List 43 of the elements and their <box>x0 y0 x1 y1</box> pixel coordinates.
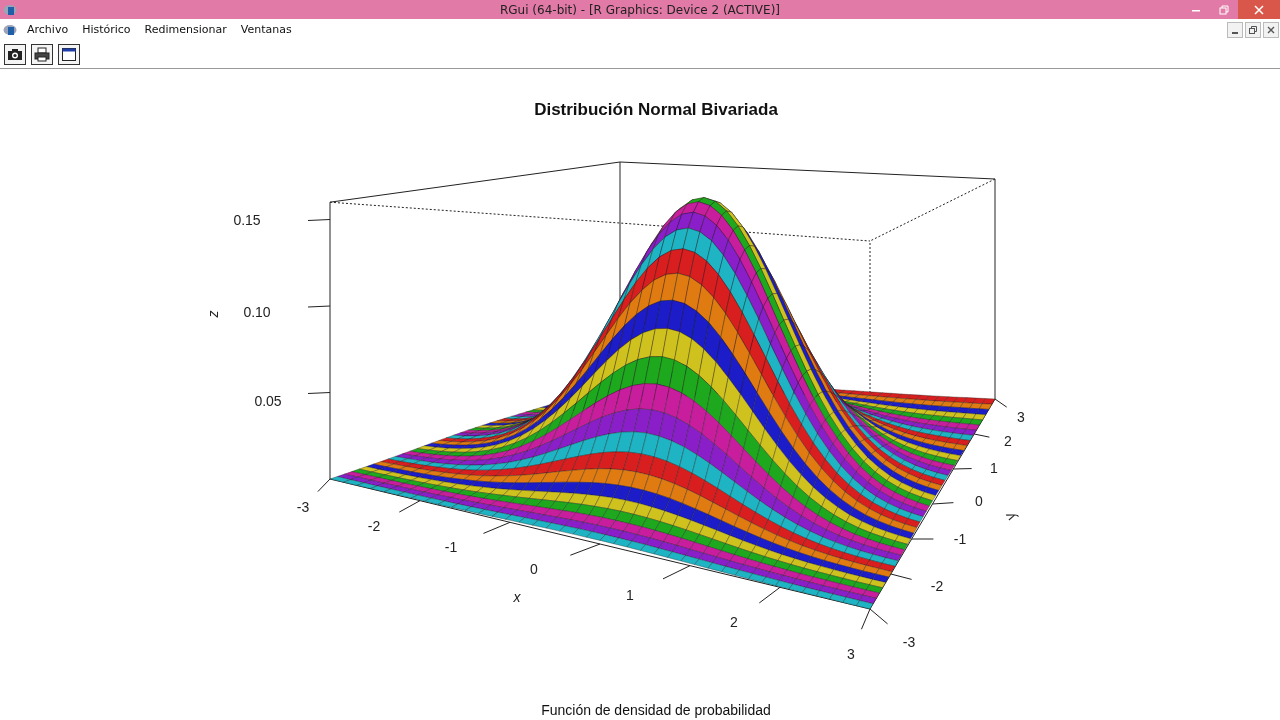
tick-label: -2 <box>367 518 381 534</box>
menu-item[interactable]: Histórico <box>76 21 137 38</box>
tick-label: 3 <box>1017 409 1025 425</box>
window-title: RGui (64-bit) - [R Graphics: Device 2 (ACTIVE)] <box>498 2 781 17</box>
tick-label: 1 <box>990 460 998 476</box>
toolbar-button[interactable] <box>4 43 26 65</box>
tick-label: 0.05 <box>254 393 282 409</box>
plot-title: Distribución Normal Bivariada <box>534 99 778 119</box>
tick-label: -1 <box>953 531 967 547</box>
tick-label: 0.10 <box>243 304 271 320</box>
tick-label: 2 <box>730 614 738 630</box>
restore-button[interactable] <box>1245 21 1261 38</box>
axis-label: y <box>1001 509 1019 525</box>
toolbar-button[interactable] <box>58 43 80 65</box>
app-logo-icon <box>3 3 17 16</box>
tick-label: 1 <box>626 587 634 603</box>
axis-label: x <box>513 589 521 605</box>
minimize-button[interactable] <box>1227 21 1243 38</box>
menu-item[interactable]: Ventanas <box>234 21 298 38</box>
camera-icon <box>7 46 23 62</box>
minimize-icon <box>1232 31 1238 34</box>
tick-label: 2 <box>1004 433 1012 449</box>
printer-icon <box>34 46 50 62</box>
tick-label: -3 <box>902 634 916 650</box>
tick-label: 3 <box>847 646 855 662</box>
tick-label: -2 <box>930 578 944 594</box>
close-icon <box>1267 25 1275 34</box>
plot-subtitle: Función de densidad de probabilidad <box>541 702 771 718</box>
close-button[interactable] <box>1263 21 1279 38</box>
close-icon <box>1254 4 1264 15</box>
tick-label: 0.15 <box>233 212 261 228</box>
menu-item[interactable]: Redimensionar <box>138 21 233 38</box>
axis-label: z <box>205 310 221 318</box>
tick-label: 0 <box>530 561 538 577</box>
restore-icon <box>1249 25 1257 34</box>
tick-label: -1 <box>444 539 458 555</box>
toolbar-button[interactable] <box>31 43 53 65</box>
tick-label: -3 <box>296 499 310 515</box>
restore-icon <box>1219 4 1229 15</box>
app-logo-icon <box>3 23 17 36</box>
window-icon <box>61 46 77 62</box>
tick-label: 0 <box>975 493 983 509</box>
menu-item[interactable]: Archivo <box>21 21 75 38</box>
